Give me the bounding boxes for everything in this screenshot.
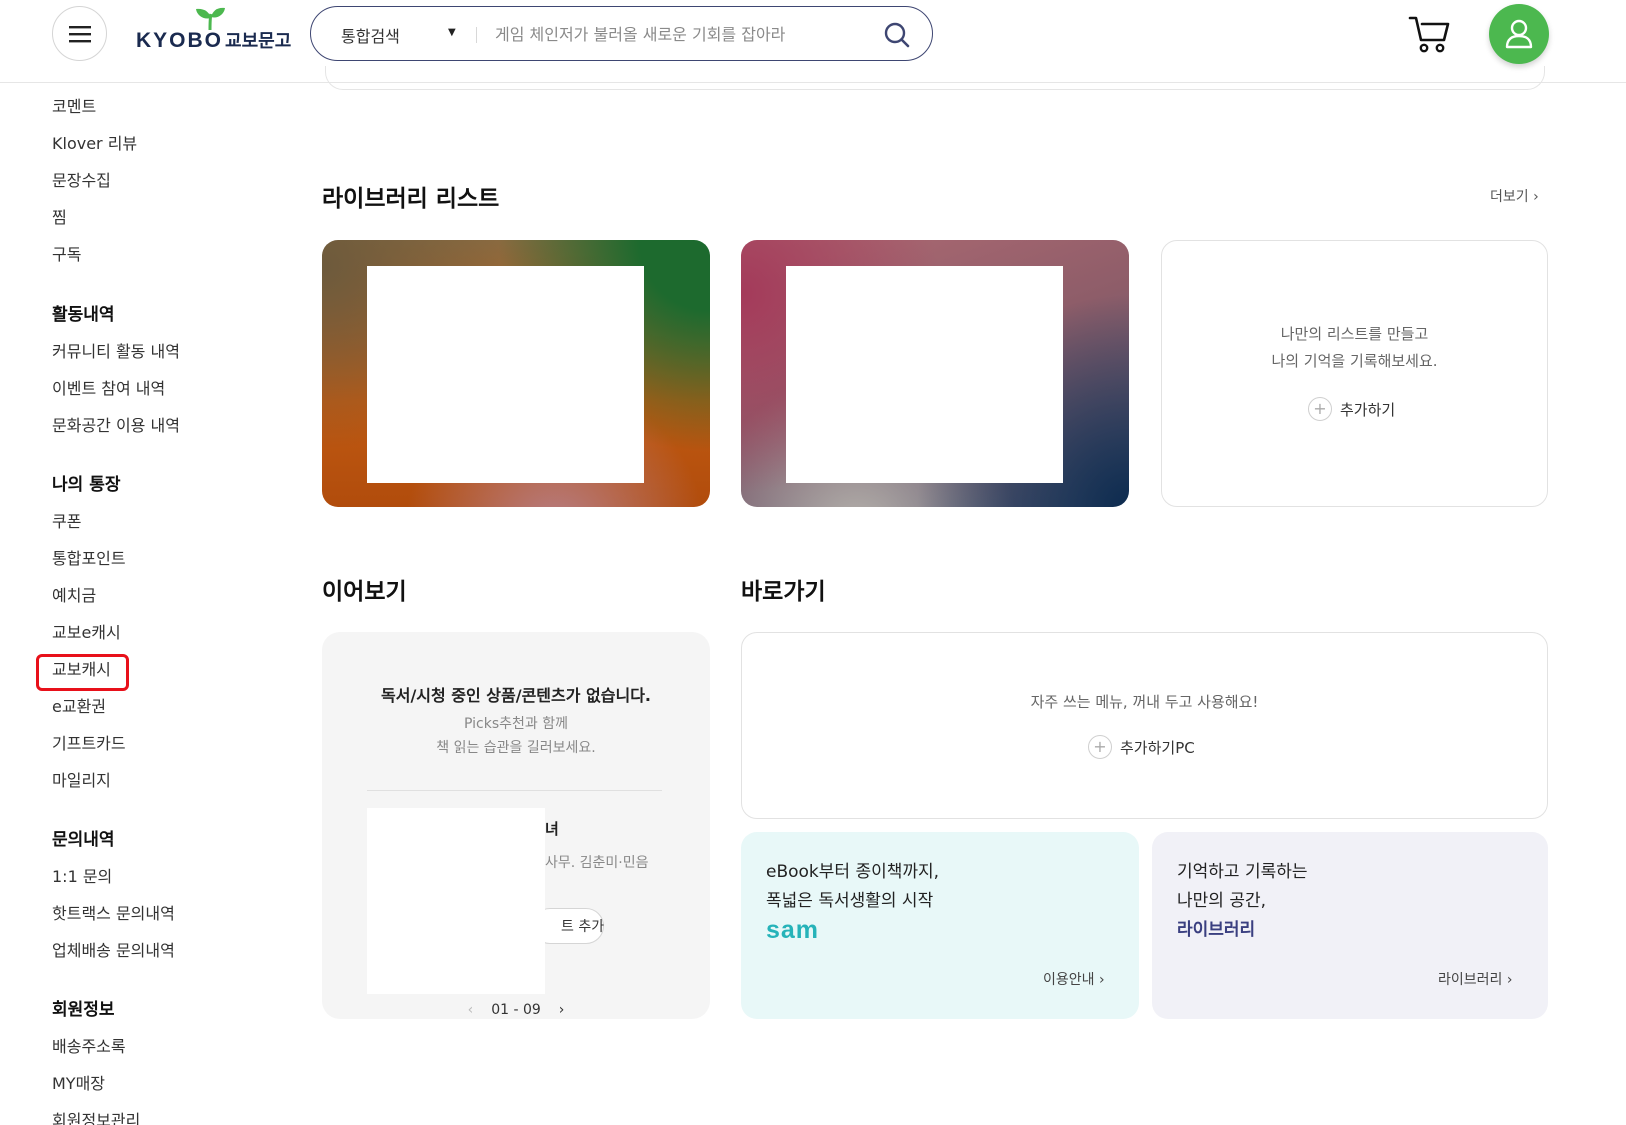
sidebar-item-integrated-points[interactable]: 통합포인트 [52,545,126,569]
search-icon[interactable] [883,21,911,49]
book-cover[interactable] [367,808,545,994]
cart-icon[interactable] [1408,14,1452,54]
library-link[interactable]: 라이브러리 › [1438,969,1512,989]
continue-title: 이어보기 [322,579,407,605]
sidebar-item-comment[interactable]: 코멘트 [52,93,96,117]
add-shortcut-button[interactable]: + 추가하기PC [1088,735,1195,759]
sidebar-item-my-store[interactable]: MY매장 [52,1070,105,1094]
sidebar-item-coupon[interactable]: 쿠폰 [52,508,81,532]
library-list-title: 라이브러리 리스트 [322,186,500,212]
search-divider [476,27,477,43]
continue-empty-sub: Picks추천과 함께 책 읽는 습관을 길러보세요. [436,716,596,756]
sidebar-item-wishlist[interactable]: 찜 [52,204,67,228]
logo-text: KYOBO 교보문고 [136,29,292,52]
chevron-right-icon[interactable]: › [559,1002,565,1018]
pager-count: 01 - 09 [491,1002,541,1018]
search-bar: 통합검색 ▼ [310,6,933,61]
sam-logo: sam [766,916,820,944]
book-author: 사무. 김춘미·민음 [545,855,649,871]
sidebar-heading-member-info: 회원정보 [52,1000,115,1020]
chevron-right-icon: › [1098,972,1105,988]
add-list-card: 나만의 리스트를 만들고 나의 기억을 기록해보세요. + 추가하기 [1161,240,1548,507]
library-card-cover [367,266,644,483]
library-card-cover [786,266,1063,483]
sidebar-item-member-info-management[interactable]: 회원정보관리 [52,1107,140,1125]
top-card-edge [325,66,1545,90]
sidebar-item-mileage[interactable]: 마일리지 [52,767,111,791]
add-list-button[interactable]: + 추가하기 [1308,397,1395,421]
sidebar-item-one-on-one[interactable]: 1:1 문의 [52,863,112,887]
sidebar-item-address-book[interactable]: 배송주소록 [52,1033,126,1057]
chevron-right-icon: › [1506,972,1513,988]
plus-icon: + [1088,735,1112,759]
sidebar-item-e-voucher[interactable]: e교환권 [52,693,106,717]
chevron-right-icon: › [1533,189,1539,205]
sidebar-item-culture-space[interactable]: 문화공간 이용 내역 [52,412,180,436]
kyobo-logo[interactable]: KYOBO 교보문고 [136,6,292,56]
sidebar-item-hottracks-inquiry[interactable]: 핫트랙스 문의내역 [52,900,175,924]
menu-button[interactable] [52,6,107,61]
more-link[interactable]: 더보기 › [1490,186,1539,206]
sam-promo-text: eBook부터 종이책까지, 폭넓은 독서생활의 시작 [766,862,940,911]
sidebar-item-community-activity[interactable]: 커뮤니티 활동 내역 [52,338,180,362]
highlight-annotation [36,654,129,691]
search-scope-select[interactable]: 통합검색 [341,23,400,47]
shortcut-message: 자주 쓰는 메뉴, 꺼내 두고 사용해요! [1030,693,1259,711]
user-icon [1505,19,1533,49]
sidebar-heading-my-account: 나의 통장 [52,475,121,495]
sam-promo-card[interactable]: eBook부터 종이책까지, 폭넓은 독서생활의 시작 sam 이용안내 › [741,832,1139,1019]
profile-button[interactable] [1489,4,1549,64]
add-list-message: 나만의 리스트를 만들고 나의 기억을 기록해보세요. [1271,325,1438,370]
sidebar-item-subscription[interactable]: 구독 [52,241,81,265]
library-card[interactable] [322,240,710,507]
sidebar-item-event-participation[interactable]: 이벤트 참여 내역 [52,375,165,399]
sidebar-item-vendor-delivery-inquiry[interactable]: 업체배송 문의내역 [52,937,175,961]
sidebar-item-klover-review[interactable]: Klover 리뷰 [52,130,137,154]
library-promo-text: 기억하고 기록하는 나만의 공간, 라이브러리 [1177,862,1308,940]
caret-down-icon[interactable]: ▼ [448,27,456,38]
sidebar-item-deposit[interactable]: 예치금 [52,582,96,606]
sidebar-heading-inquiries: 문의내역 [52,830,115,850]
pager: ‹ 01 - 09 › [322,1002,710,1018]
menu-icon [68,25,91,42]
continue-card: 독서/시청 중인 상품/콘텐츠가 없습니다. Picks추천과 함께 책 읽는 … [322,632,710,1019]
sam-guide-link[interactable]: 이용안내 › [1043,969,1105,989]
book-title: 녀 [545,820,559,838]
divider [367,790,662,791]
sidebar-item-kyobo-ecash[interactable]: 교보e캐시 [52,619,121,643]
library-promo-card[interactable]: 기억하고 기록하는 나만의 공간, 라이브러리 라이브러리 › [1152,832,1548,1019]
sidebar-item-gift-card[interactable]: 기프트카드 [52,730,126,754]
continue-empty-title: 독서/시청 중인 상품/콘텐츠가 없습니다. [381,686,651,705]
shortcut-card: 자주 쓰는 메뉴, 꺼내 두고 사용해요! + 추가하기PC [741,632,1548,819]
sidebar-item-sentence-collection[interactable]: 문장수집 [52,167,111,191]
sidebar-heading-activity: 활동내역 [52,305,115,325]
plus-icon: + [1308,397,1332,421]
chevron-left-icon[interactable]: ‹ [468,1002,474,1018]
library-card[interactable] [741,240,1129,507]
search-input[interactable] [495,19,865,49]
shortcut-title: 바로가기 [741,579,826,605]
